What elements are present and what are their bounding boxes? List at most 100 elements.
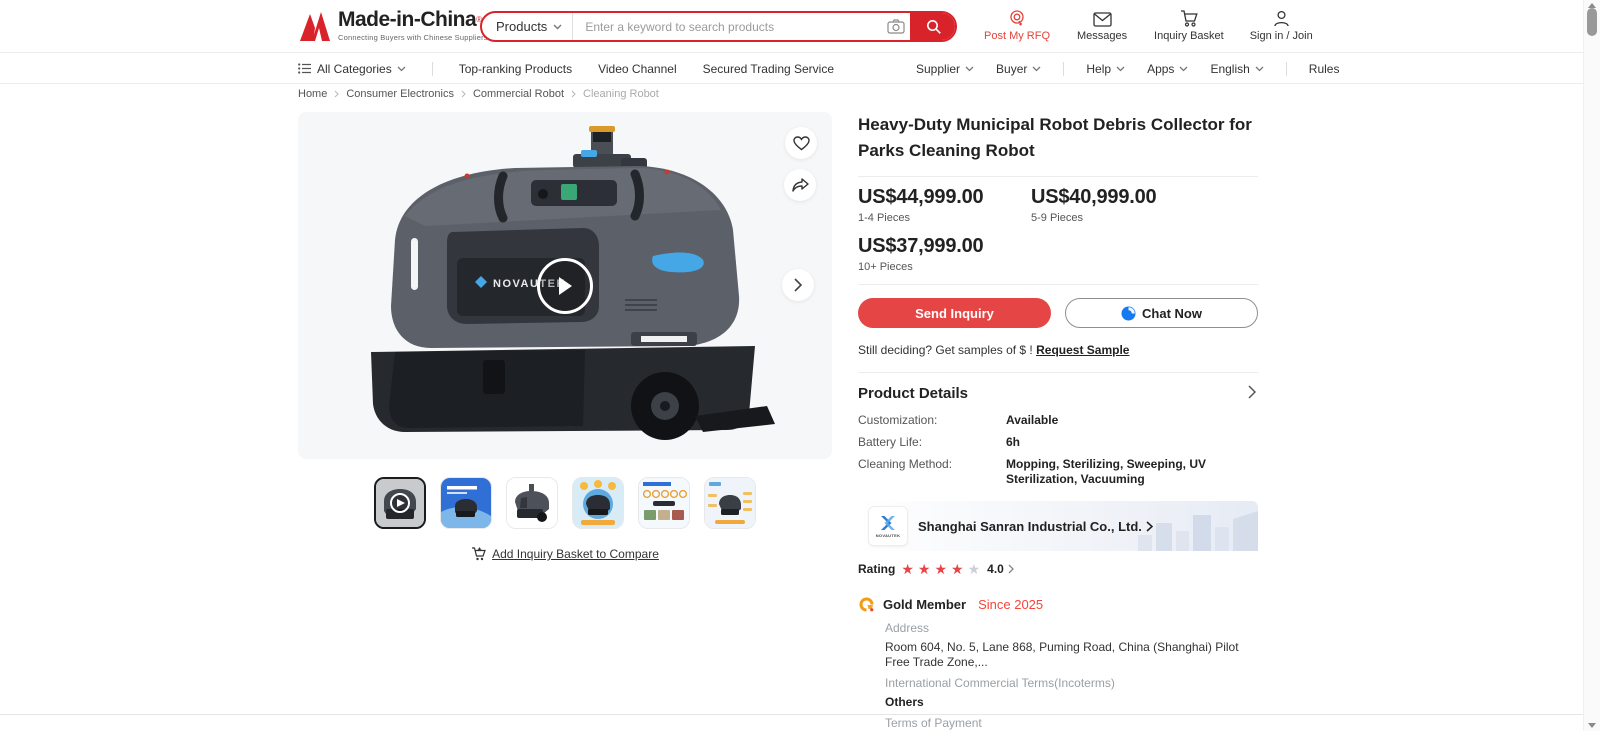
chat-now-button[interactable]: Chat Now — [1065, 298, 1258, 328]
thumbnail-2[interactable] — [440, 477, 492, 529]
nav-divider — [1285, 61, 1287, 76]
compare-row: Add Inquiry Basket to Compare — [298, 547, 832, 561]
brand-name: Made-in-China — [338, 8, 477, 31]
detail-value: 6h — [1006, 435, 1021, 449]
breadcrumb-consumer-electronics[interactable]: Consumer Electronics — [346, 88, 454, 100]
nav-rules[interactable]: Rules — [1309, 62, 1340, 76]
novautek-logo-icon — [881, 516, 895, 530]
footer-divider — [0, 714, 1583, 715]
company-card[interactable]: NOVAUTEK Shanghai Sanran Industrial Co.,… — [858, 501, 1258, 551]
rating-row[interactable]: Rating 4.0 — [858, 562, 1258, 576]
chevron-right-icon — [1008, 564, 1014, 574]
nav-label: English — [1210, 61, 1250, 76]
thumbnail-video[interactable] — [374, 477, 426, 529]
price-qty: 10+ Pieces — [858, 261, 913, 273]
next-image-button[interactable] — [782, 269, 814, 301]
nav-english[interactable]: English — [1210, 61, 1264, 76]
divider — [858, 284, 1258, 285]
search-category-dropdown[interactable]: Products — [482, 13, 574, 40]
post-my-rfq-label: Post My RFQ — [984, 30, 1051, 42]
price-value: US$44,999.00 — [858, 186, 984, 208]
chevron-down-icon — [553, 24, 562, 29]
messages-button[interactable]: Messages — [1076, 8, 1128, 42]
breadcrumb-separator-icon — [334, 90, 340, 98]
nav-top-ranking[interactable]: Top-ranking Products — [459, 62, 572, 76]
scrollbar-down-arrow[interactable] — [1588, 723, 1596, 728]
thumbnail-3[interactable] — [506, 477, 558, 529]
all-categories-menu[interactable]: All Categories — [298, 62, 406, 76]
detail-row: Cleaning Method: Mopping, Sterilizing, S… — [858, 457, 1258, 487]
nav-label: Apps — [1147, 61, 1175, 76]
sample-row: Still deciding? Get samples of $ ! Reque… — [858, 343, 1258, 357]
thumbnail-6[interactable] — [704, 477, 756, 529]
star-icon — [918, 562, 931, 576]
nav-label: Buyer — [996, 61, 1028, 76]
scrollbar-thumb[interactable] — [1587, 8, 1597, 36]
sample-text: Still deciding? Get samples of $ ! — [858, 343, 1033, 357]
buildings-decoration — [1138, 511, 1258, 551]
post-my-rfq-button[interactable]: Post My RFQ — [984, 8, 1050, 42]
brand-tagline: Connecting Buyers with Chinese Suppliers — [338, 33, 488, 42]
detail-label: Battery Life: — [858, 435, 923, 449]
thumbnail-6-image — [705, 478, 755, 528]
sign-in-button[interactable]: Sign in / Join — [1250, 8, 1313, 42]
heart-icon — [792, 135, 810, 150]
inquiry-basket-button[interactable]: Inquiry Basket — [1154, 8, 1224, 42]
request-sample-link[interactable]: Request Sample — [1036, 343, 1129, 357]
detail-value: Available — [1006, 413, 1059, 427]
nav-supplier[interactable]: Supplier — [916, 62, 974, 76]
product-details-rows: Customization: Available Battery Life: 6… — [858, 413, 1258, 487]
rating-value: 4.0 — [987, 562, 1004, 576]
price-tier: US$44,999.00 1-4 Pieces — [858, 186, 1031, 224]
rfq-target-icon — [1008, 8, 1026, 27]
image-search-button[interactable] — [882, 13, 910, 40]
chevron-right-icon — [794, 278, 802, 292]
price-qty: 5-9 Pieces — [1031, 212, 1083, 224]
user-icon — [1273, 8, 1290, 27]
nav-secured-trading[interactable]: Secured Trading Service — [703, 62, 834, 76]
site-logo[interactable]: Made-in-China® Connecting Buyers with Ch… — [298, 8, 488, 44]
action-buttons: Send Inquiry Chat Now — [858, 298, 1258, 328]
nav-divider — [431, 61, 433, 76]
search-category-label: Products — [496, 19, 548, 34]
thumbnail-2-image — [441, 478, 491, 528]
info-label: Terms of Payment — [885, 716, 982, 730]
all-categories-label: All Categories — [317, 61, 392, 76]
rating-label: Rating — [858, 562, 896, 576]
nav-help[interactable]: Help — [1086, 62, 1125, 76]
breadcrumb-separator-icon — [571, 90, 576, 98]
star-icon — [934, 562, 947, 576]
nav-video-channel[interactable]: Video Channel — [598, 62, 677, 76]
nav-buyer[interactable]: Buyer — [996, 62, 1041, 76]
detail-label: Customization: — [858, 413, 938, 427]
search-input[interactable] — [573, 19, 882, 34]
send-inquiry-button[interactable]: Send Inquiry — [858, 298, 1051, 328]
play-video-button[interactable] — [537, 258, 593, 314]
thumbnail-strip — [298, 477, 832, 529]
thumbnail-5[interactable] — [638, 477, 690, 529]
breadcrumb-home[interactable]: Home — [298, 88, 327, 100]
logo-m-icon — [300, 12, 330, 41]
company-name-row[interactable]: Shanghai Sanran Industrial Co., Ltd. — [918, 519, 1153, 534]
search-submit-button[interactable] — [910, 13, 955, 40]
breadcrumb-commercial-robot[interactable]: Commercial Robot — [473, 88, 564, 100]
info-value: Others — [885, 695, 924, 709]
thumbnail-4[interactable] — [572, 477, 624, 529]
chat-now-label: Chat Now — [1142, 305, 1202, 321]
product-image-card: NOVAUTEK — [298, 112, 832, 459]
chevron-down-icon — [397, 66, 406, 71]
page-scrollbar[interactable] — [1583, 0, 1600, 731]
star-empty-icon — [968, 562, 981, 576]
star-icon — [901, 562, 914, 576]
nav-apps[interactable]: Apps — [1147, 62, 1188, 76]
chat-messenger-icon — [1121, 306, 1136, 320]
chevron-right-icon[interactable] — [1248, 385, 1256, 399]
share-button[interactable] — [784, 169, 816, 201]
divider — [858, 176, 1258, 177]
favorite-button[interactable] — [785, 127, 817, 159]
main-nav: All Categories Top-ranking Products Vide… — [0, 53, 1583, 84]
product-details-heading[interactable]: Product Details — [858, 385, 1258, 402]
compare-link[interactable]: Add Inquiry Basket to Compare — [492, 547, 659, 561]
nav-label: Help — [1086, 61, 1112, 76]
chevron-down-icon — [965, 66, 974, 71]
